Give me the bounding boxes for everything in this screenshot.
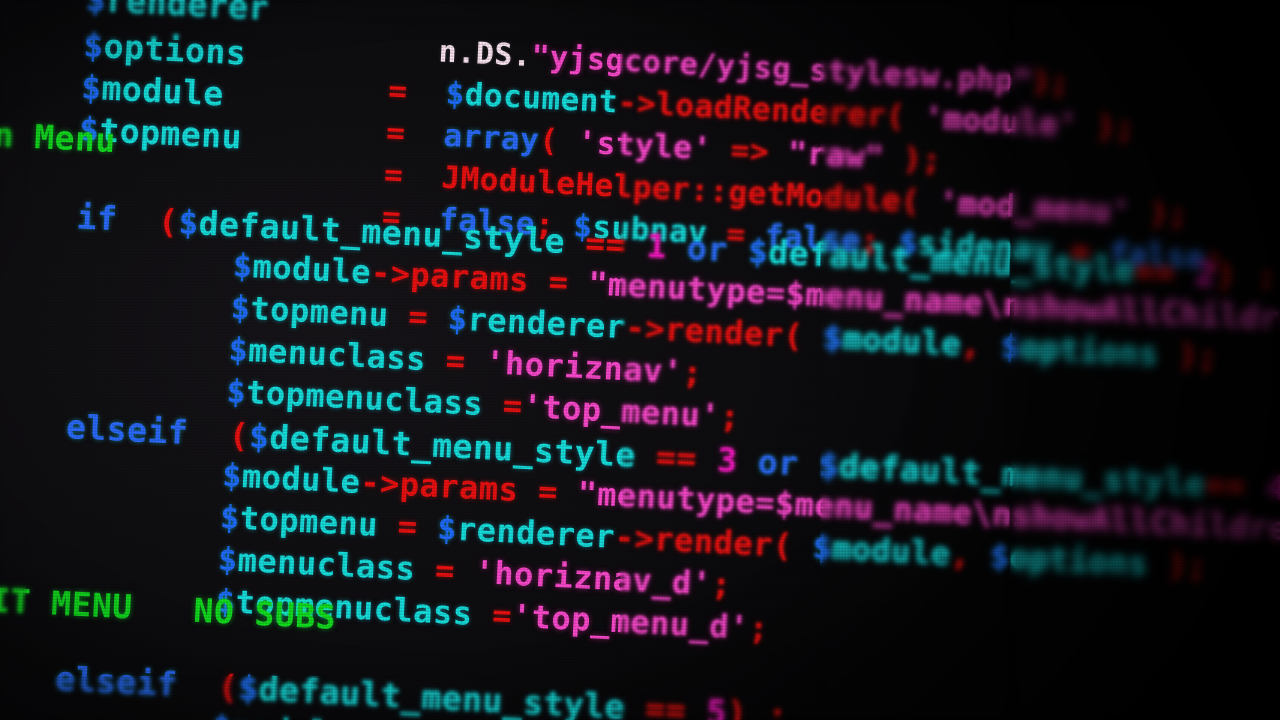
token-string-module: 'module' [923, 100, 1079, 144]
token-sigil: $ [822, 318, 844, 358]
token-paren: ( [782, 316, 824, 357]
token-paren-close: ); [1076, 107, 1136, 147]
token-sigil: $ [989, 536, 1011, 576]
token-sigil: $ [811, 527, 834, 567]
token-comma: , [949, 534, 992, 575]
token-var-module: module [831, 528, 952, 573]
token-var-module: module [841, 319, 963, 364]
code-screen-photograph: n.DS."yjsgcore/yjsg_stylesw.php"); $rend… [0, 0, 1280, 720]
token-paren-close: ); [1147, 544, 1209, 586]
token-var-options: options [1019, 328, 1160, 374]
token-semicolon: ; [747, 608, 770, 648]
code-editor-plane: n.DS."yjsgcore/yjsg_stylesw.php"); $rend… [0, 0, 1280, 720]
token-kw-if: if [75, 197, 119, 239]
token-var-topmenu: topmenu [98, 110, 243, 157]
token-arrow: -> [349, 715, 390, 720]
token-paren-close: ); [1157, 335, 1219, 377]
token-equals: = [471, 594, 513, 635]
token-comma: , [960, 325, 1002, 366]
token-paren: ( [771, 525, 814, 566]
token-sigil: $ [999, 327, 1022, 367]
token-string-topmenu-d: 'top_menu_d' [511, 596, 750, 647]
code-comment-main-menu: Main Menu [0, 111, 117, 161]
token-sigil: $ [211, 708, 233, 720]
token-var-options: options [1008, 537, 1149, 583]
token-var-module: module [230, 709, 350, 720]
